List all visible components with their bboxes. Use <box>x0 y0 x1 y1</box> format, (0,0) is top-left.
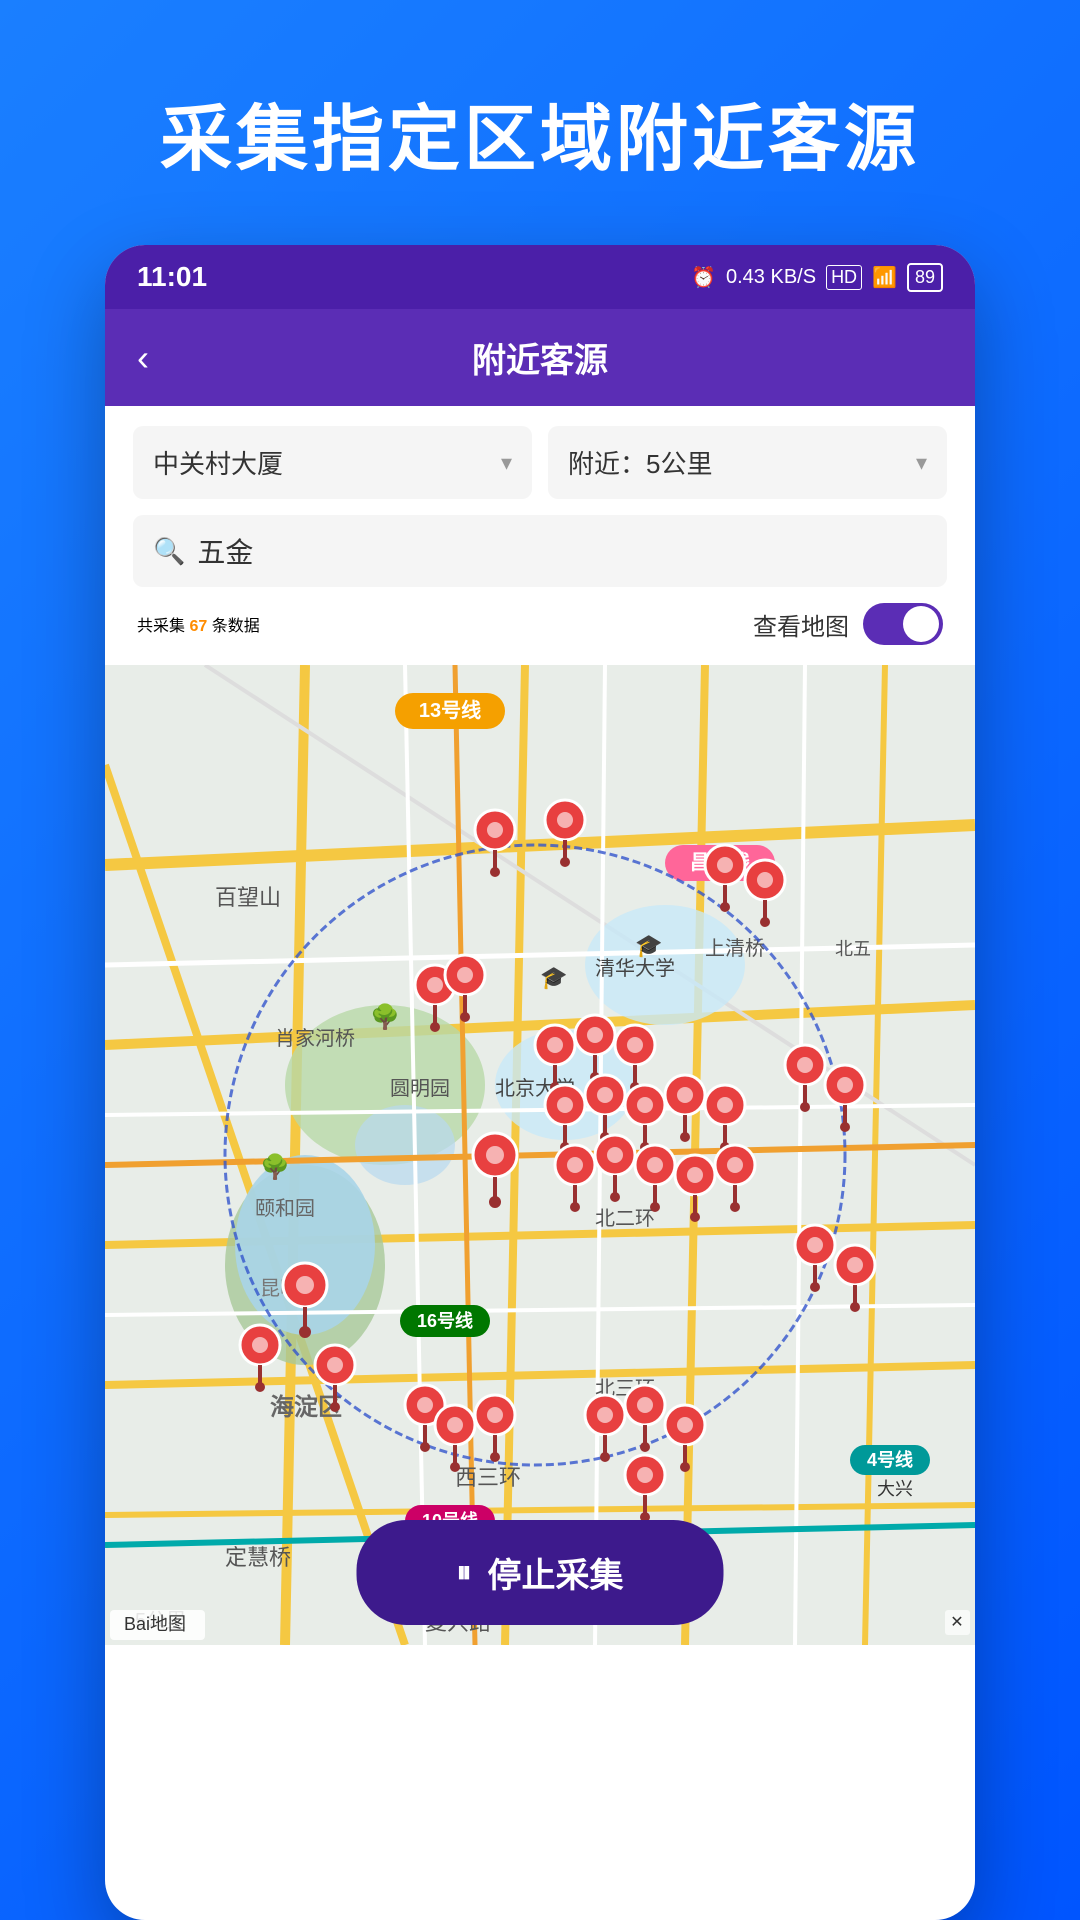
location-dropdown[interactable]: 中关村大厦 ▾ <box>133 426 532 499</box>
stats-text: 共采集 67 条数据 <box>137 612 260 636</box>
header-title: 附近客源 <box>472 333 608 382</box>
stop-button-container: ⏸ 停止采集 <box>357 1520 724 1625</box>
stats-prefix: 共采集 <box>137 618 185 635</box>
svg-text:🌳: 🌳 <box>370 1002 400 1031</box>
status-time: 11:01 <box>137 261 207 293</box>
svg-text:百望山: 百望山 <box>215 885 281 910</box>
location-label: 中关村大厦 <box>153 444 283 481</box>
phone-frame: 11:01 ⏰ 0.43 KB/S HD 📶 89 ‹ 附近客源 中关村大厦 ▾ <box>105 245 975 1920</box>
status-bar: 11:01 ⏰ 0.43 KB/S HD 📶 89 <box>105 245 975 309</box>
toggle-knob <box>903 606 939 642</box>
svg-text:颐和园: 颐和园 <box>255 1197 315 1220</box>
headline: 采集指定区域附近客源 <box>160 80 920 185</box>
stats-row: 共采集 67 条数据 查看地图 <box>133 603 947 645</box>
svg-text:🎓: 🎓 <box>635 933 662 958</box>
stats-count: 67 <box>189 618 207 635</box>
search-input[interactable]: 五金 <box>197 531 253 571</box>
svg-text:清华大学: 清华大学 <box>595 957 675 980</box>
map-svg: 13号线 昌平线 16号线 10号线 2号线 4号线 大兴 <box>105 665 975 1645</box>
svg-text:肖家河桥: 肖家河桥 <box>275 1027 355 1050</box>
clock-icon: ⏰ <box>691 265 716 290</box>
app-header: ‹ 附近客源 <box>105 309 975 406</box>
svg-text:✕: ✕ <box>950 1614 963 1631</box>
range-dropdown[interactable]: 附近：5公里 ▾ <box>548 426 947 499</box>
map-toggle-label: 查看地图 <box>753 607 849 642</box>
battery-indicator: 89 <box>907 263 943 292</box>
svg-text:🎓: 🎓 <box>540 965 567 990</box>
svg-text:大兴: 大兴 <box>877 1479 913 1499</box>
stats-suffix: 条数据 <box>212 618 260 635</box>
search-bar[interactable]: 🔍 五金 <box>133 515 947 587</box>
network-indicator: 📶 <box>872 265 897 290</box>
map-container[interactable]: 13号线 昌平线 16号线 10号线 2号线 4号线 大兴 <box>105 665 975 1645</box>
speed-indicator: 0.43 KB/S <box>726 266 816 289</box>
map-toggle-group: 查看地图 <box>753 603 943 645</box>
svg-text:定慧桥: 定慧桥 <box>225 1545 291 1570</box>
stop-button-label: 停止采集 <box>488 1548 624 1597</box>
svg-text:北二环: 北二环 <box>595 1207 655 1230</box>
pause-icon: ⏸ <box>457 1556 472 1590</box>
location-dropdown-arrow: ▾ <box>501 450 512 476</box>
stop-collect-button[interactable]: ⏸ 停止采集 <box>357 1520 724 1625</box>
hd-badge: HD <box>826 265 862 290</box>
svg-text:🌳: 🌳 <box>260 1152 290 1181</box>
svg-text:4号线: 4号线 <box>867 1449 913 1470</box>
svg-text:Bai地图: Bai地图 <box>124 1614 186 1634</box>
status-icons: ⏰ 0.43 KB/S HD 📶 89 <box>691 263 943 292</box>
map-toggle-switch[interactable] <box>863 603 943 645</box>
svg-text:圆明园: 圆明园 <box>390 1078 450 1100</box>
svg-text:上清桥: 上清桥 <box>705 937 765 960</box>
range-label: 附近：5公里 <box>568 444 712 481</box>
range-dropdown-arrow: ▾ <box>916 450 927 476</box>
page-wrapper: 采集指定区域附近客源 11:01 ⏰ 0.43 KB/S HD 📶 89 ‹ 附… <box>0 0 1080 1920</box>
svg-text:13号线: 13号线 <box>419 698 481 722</box>
dropdowns-row: 中关村大厦 ▾ 附近：5公里 ▾ <box>133 426 947 499</box>
svg-text:北五: 北五 <box>835 939 871 959</box>
controls-section: 中关村大厦 ▾ 附近：5公里 ▾ 🔍 五金 共采集 67 条数据 <box>105 406 975 665</box>
svg-text:西三环: 西三环 <box>455 1465 521 1490</box>
svg-text:16号线: 16号线 <box>417 1310 473 1331</box>
search-icon: 🔍 <box>153 536 185 567</box>
back-button[interactable]: ‹ <box>137 337 149 379</box>
